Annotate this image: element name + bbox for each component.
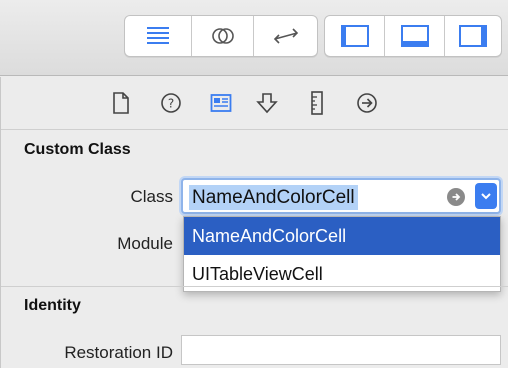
tab-identity-inspector[interactable] xyxy=(207,90,235,116)
view-panels-control xyxy=(324,15,502,57)
utilities-panel-icon xyxy=(459,25,487,47)
quick-help-icon: ? xyxy=(161,93,181,113)
toolbar xyxy=(0,0,508,76)
assistant-editor-button[interactable] xyxy=(191,16,253,56)
chevron-down-icon xyxy=(481,193,491,200)
tab-connections-inspector[interactable] xyxy=(353,90,381,116)
class-dropdown-button[interactable] xyxy=(475,183,497,209)
section-divider xyxy=(1,286,508,287)
navigator-panel-button[interactable] xyxy=(325,16,384,56)
debug-area-icon xyxy=(400,25,429,47)
attributes-inspector-icon xyxy=(256,93,278,114)
standard-editor-button[interactable] xyxy=(125,16,191,56)
class-input[interactable]: NameAndColorCell xyxy=(189,185,358,210)
dropdown-option[interactable]: UITableViewCell xyxy=(184,255,500,293)
identity-inspector-icon xyxy=(210,94,232,112)
utilities-inspector: ? Custom Class Class NameAndColorCell Mo… xyxy=(0,77,508,368)
tab-file-inspector[interactable] xyxy=(107,90,135,116)
tab-quick-help[interactable]: ? xyxy=(157,90,185,116)
dropdown-option[interactable]: NameAndColorCell xyxy=(184,217,500,255)
editor-mode-control xyxy=(124,15,318,57)
size-inspector-icon xyxy=(311,91,323,115)
go-to-class-button[interactable] xyxy=(447,188,465,206)
class-dropdown-list: NameAndColorCell UITableViewCell xyxy=(183,216,501,292)
restoration-id-input[interactable] xyxy=(181,335,501,365)
custom-class-title: Custom Class xyxy=(24,141,131,158)
version-editor-icon xyxy=(273,28,298,44)
navigator-panel-icon xyxy=(340,25,369,47)
svg-text:?: ? xyxy=(168,97,174,111)
tab-size-inspector[interactable] xyxy=(303,90,331,116)
assistant-editor-icon xyxy=(211,28,234,44)
version-editor-button[interactable] xyxy=(253,16,317,56)
debug-area-button[interactable] xyxy=(384,16,444,56)
identity-title: Identity xyxy=(24,297,81,314)
standard-editor-icon xyxy=(147,27,169,44)
restoration-id-label: Restoration ID xyxy=(64,343,173,362)
class-combo-box[interactable]: NameAndColorCell xyxy=(181,178,501,214)
utilities-panel-button[interactable] xyxy=(444,16,501,56)
file-inspector-icon xyxy=(113,92,129,114)
tab-attributes-inspector[interactable] xyxy=(253,90,281,116)
connections-inspector-icon xyxy=(357,93,377,113)
inspector-tab-bar: ? xyxy=(1,77,508,130)
arrow-right-icon xyxy=(452,193,461,201)
module-label: Module xyxy=(117,234,173,253)
class-label: Class xyxy=(130,187,173,206)
